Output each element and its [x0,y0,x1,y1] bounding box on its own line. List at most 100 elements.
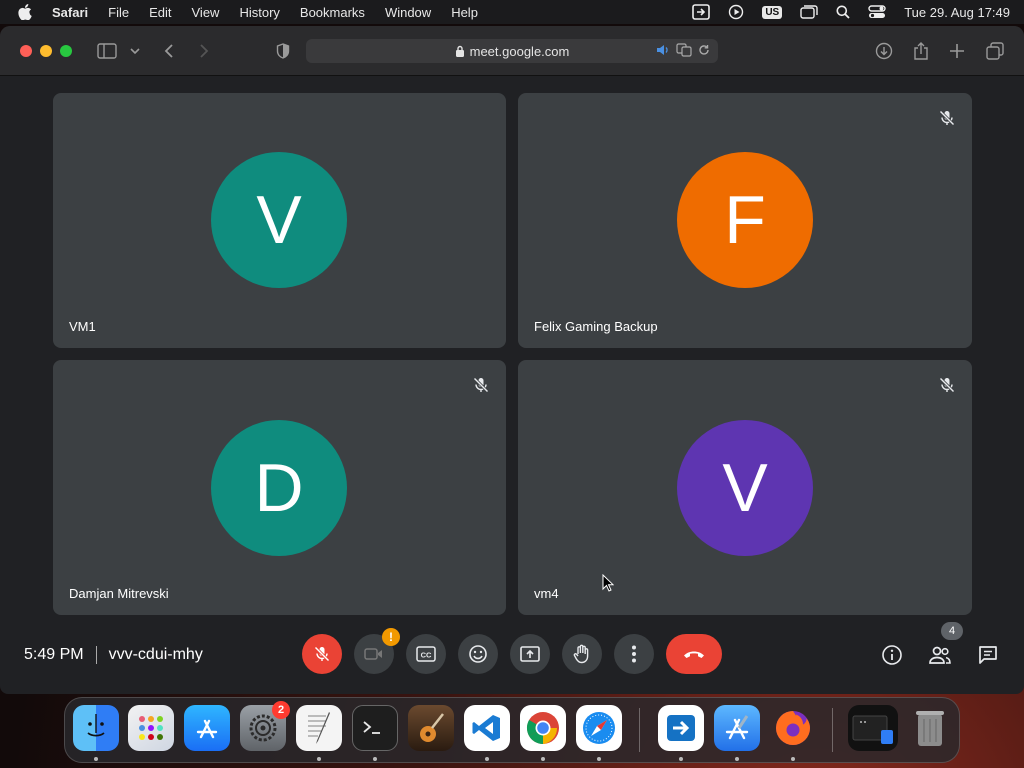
menu-view[interactable]: View [192,5,220,20]
leave-call-button[interactable] [666,634,722,674]
avatar: V [211,152,347,288]
safari-icon[interactable] [576,705,622,751]
browser-toolbar: meet.google.com [0,26,1024,76]
running-indicator [541,757,545,761]
running-indicator [94,757,98,761]
camera-toggle-button[interactable]: ! [354,628,400,674]
system-settings-icon[interactable]: 2 [240,701,290,751]
translate-icon[interactable] [676,43,692,60]
notification-badge: 2 [272,701,290,719]
sidebar-toggle-icon[interactable] [96,40,118,62]
url-text: meet.google.com [469,43,570,59]
menu-app-name[interactable]: Safari [52,5,88,20]
lock-icon [455,45,465,57]
launchpad-icon[interactable] [128,705,174,751]
menu-bookmarks[interactable]: Bookmarks [300,5,365,20]
vscode-icon[interactable] [464,705,510,751]
running-indicator [485,757,489,761]
mouse-pointer-icon [602,573,615,597]
mic-off-icon [938,109,956,127]
running-indicator [597,757,601,761]
participant-tile[interactable]: V VM1 [53,93,506,348]
dock-separator [639,708,640,752]
divider [95,646,97,664]
textedit-icon[interactable] [296,705,342,751]
forward-button[interactable] [193,40,215,62]
remote-desktop-icon[interactable] [658,705,704,751]
raise-hand-button[interactable] [562,634,602,674]
emoji-reaction-button[interactable] [458,634,498,674]
back-button[interactable] [158,40,180,62]
apple-icon[interactable] [18,4,34,20]
window-status-icon[interactable] [800,5,818,19]
people-count-badge: 4 [941,622,963,640]
close-window-button[interactable] [20,45,32,57]
chevron-down-icon[interactable] [124,40,146,62]
new-tab-icon[interactable] [946,40,968,62]
svg-text:CC: CC [421,651,432,660]
safari-window: meet.google.com V VM1 F Felix Gaming Bac… [0,26,1024,694]
menu-bar: Safari File Edit View History Bookmarks … [0,0,1024,24]
firefox-icon[interactable] [770,705,816,751]
downloads-icon[interactable] [873,40,895,62]
participant-name: Damjan Mitrevski [69,586,169,601]
menu-window[interactable]: Window [385,5,431,20]
avatar: D [211,420,347,556]
running-indicator [735,757,739,761]
menu-edit[interactable]: Edit [149,5,171,20]
downloads-stack-icon[interactable] [848,705,898,751]
running-indicator [791,757,795,761]
chrome-icon[interactable] [520,705,566,751]
running-indicator [317,757,321,761]
menu-help[interactable]: Help [451,5,478,20]
running-indicator [373,757,377,761]
participant-name: VM1 [69,319,96,334]
play-status-icon[interactable] [728,4,744,20]
control-center-icon[interactable] [868,5,886,19]
mic-off-icon [472,376,490,394]
menu-clock[interactable]: Tue 29. Aug 17:49 [904,5,1010,20]
avatar: V [677,420,813,556]
microphone-toggle-button[interactable] [302,634,342,674]
dock-separator [832,708,833,752]
input-source-indicator[interactable]: US [762,5,783,19]
meeting-details-icon[interactable] [880,643,904,667]
avatar: F [677,152,813,288]
people-icon[interactable] [928,643,952,667]
tab-overview-icon[interactable] [984,40,1006,62]
participant-name: Felix Gaming Backup [534,319,658,334]
meeting-time: 5:49 PM [24,646,84,663]
finder-icon[interactable] [73,705,119,751]
participant-tile[interactable]: F Felix Gaming Backup [518,93,972,348]
camera-warning-badge: ! [382,628,400,646]
app-store-icon[interactable] [184,705,230,751]
meeting-controls-bar: 5:49 PM vvv-cdui-mhy ! CC 4 [0,622,1024,684]
share-icon[interactable] [910,40,932,62]
captions-button[interactable]: CC [406,634,446,674]
remote-desktop-status-icon[interactable] [692,4,711,20]
dock: 2 [64,697,960,763]
chat-icon[interactable] [976,643,1000,667]
address-bar[interactable]: meet.google.com [306,39,718,63]
minimize-window-button[interactable] [40,45,52,57]
speaker-icon[interactable] [656,44,670,59]
participant-tile[interactable]: V vm4 [518,360,972,615]
mic-off-icon [938,376,956,394]
participant-name: vm4 [534,586,559,601]
privacy-shield-icon[interactable] [272,40,294,62]
spotlight-search-icon[interactable] [836,5,850,19]
menu-history[interactable]: History [239,5,279,20]
more-options-button[interactable] [614,634,654,674]
present-screen-button[interactable] [510,634,550,674]
trash-icon[interactable] [907,705,953,751]
running-indicator [679,757,683,761]
terminal-icon[interactable] [352,705,398,751]
meeting-info: 5:49 PM vvv-cdui-mhy [24,646,203,664]
participant-tile[interactable]: D Damjan Mitrevski [53,360,506,615]
garageband-icon[interactable] [408,705,454,751]
reload-icon[interactable] [698,44,710,59]
meeting-code: vvv-cdui-mhy [108,646,203,663]
menu-file[interactable]: File [108,5,129,20]
xcode-icon[interactable] [714,705,760,751]
zoom-window-button[interactable] [60,45,72,57]
